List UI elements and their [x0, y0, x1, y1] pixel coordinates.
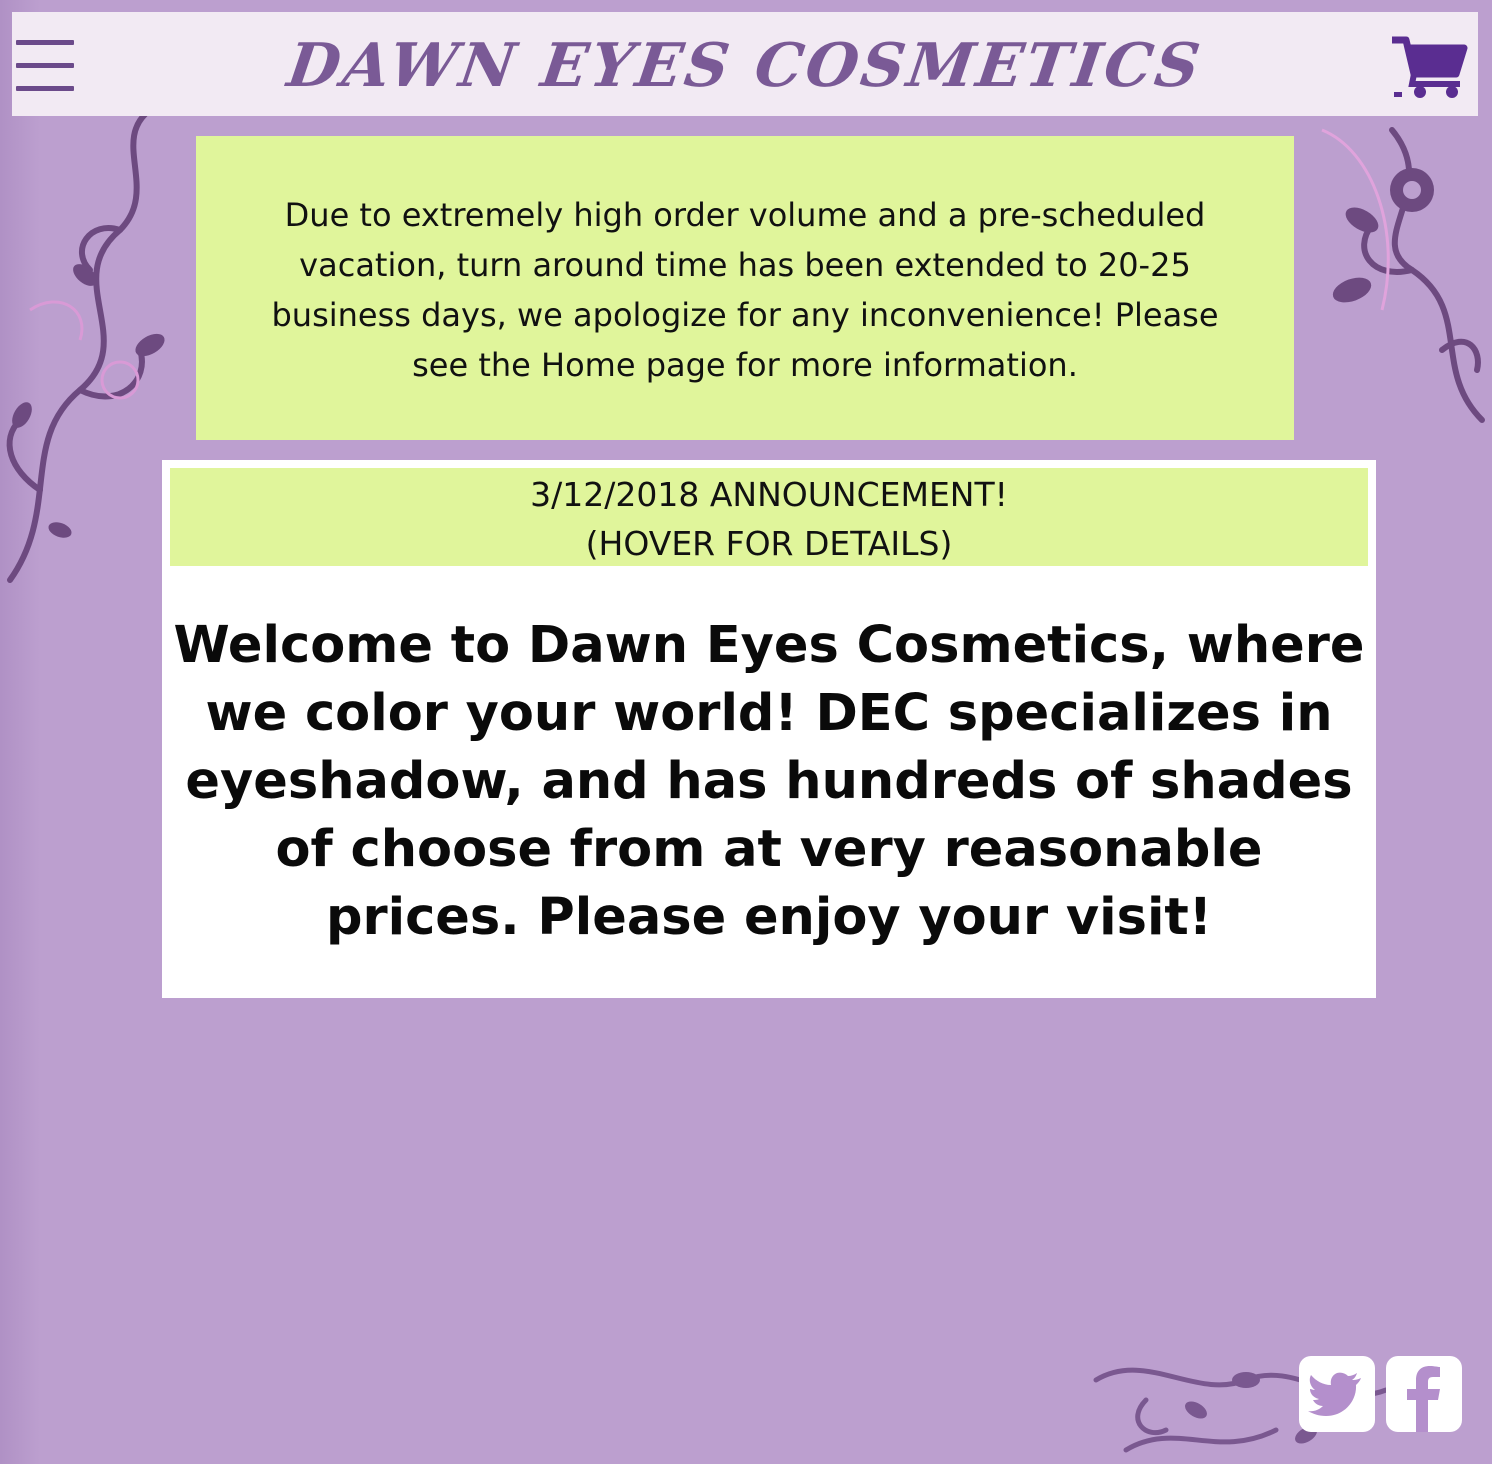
announcement-date-label: 3/12/2018 ANNOUNCEMENT!: [530, 475, 1008, 514]
site-title[interactable]: DAWN EYES COSMETICS: [7, 31, 1483, 101]
announcement-hover-hint: (HOVER FOR DETAILS): [585, 524, 953, 563]
facebook-icon[interactable]: [1386, 1356, 1462, 1432]
main-content-box: 3/12/2018 ANNOUNCEMENT! (HOVER FOR DETAI…: [162, 460, 1376, 998]
announcement-banner[interactable]: 3/12/2018 ANNOUNCEMENT! (HOVER FOR DETAI…: [170, 468, 1368, 566]
site-header: DAWN EYES COSMETICS: [12, 12, 1478, 116]
shopping-cart-icon[interactable]: [1392, 34, 1468, 100]
twitter-icon[interactable]: [1299, 1356, 1375, 1432]
welcome-message: Welcome to Dawn Eyes Cosmetics, where we…: [173, 616, 1365, 947]
floral-ornament-right: [1321, 127, 1485, 423]
vacation-notice: Due to extremely high order volume and a…: [196, 136, 1294, 440]
